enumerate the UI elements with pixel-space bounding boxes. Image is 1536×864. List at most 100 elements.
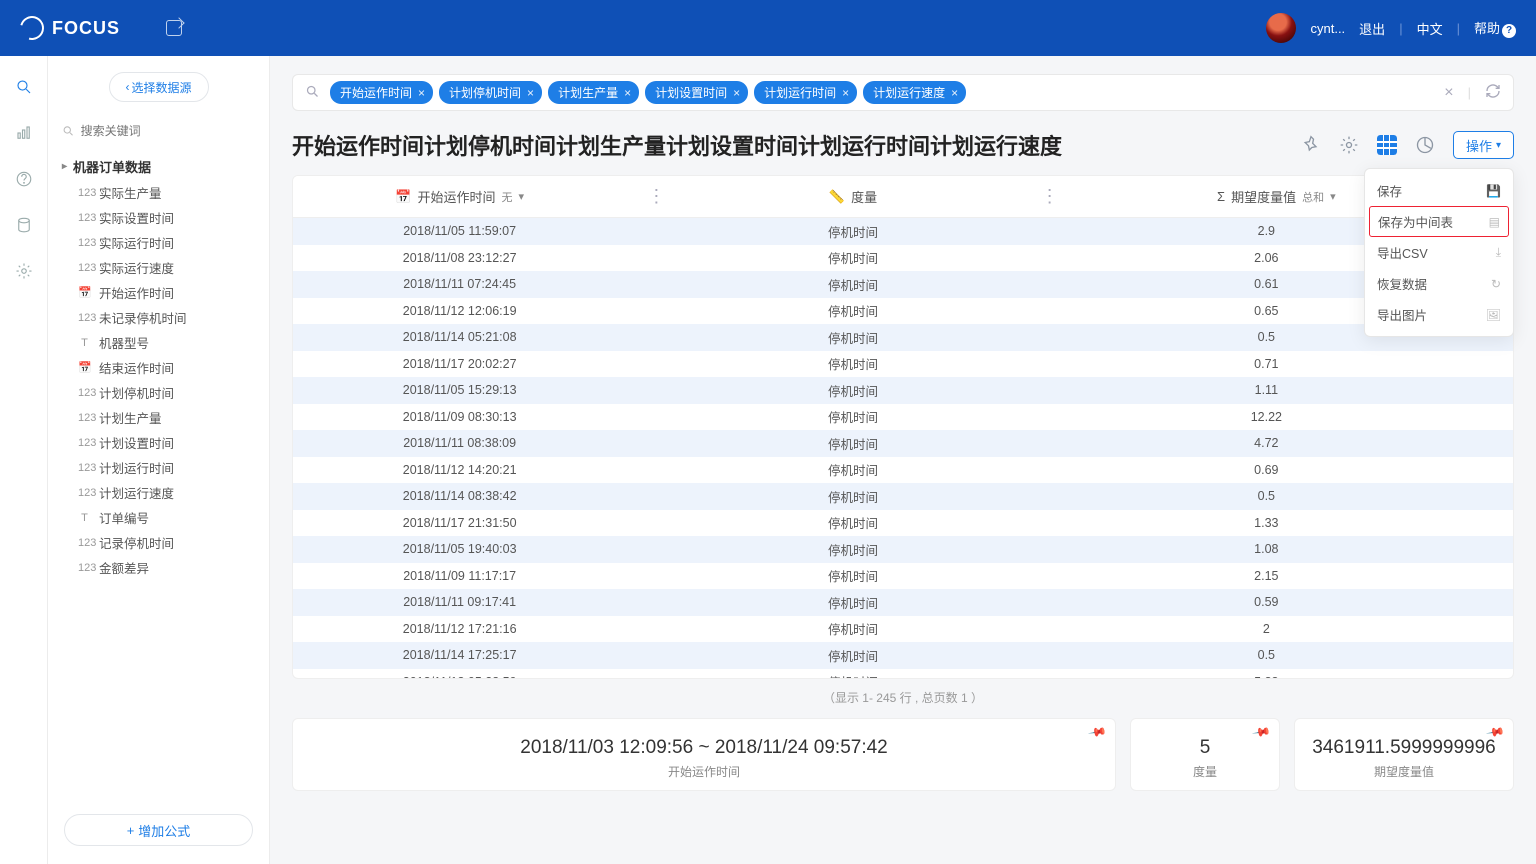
gear-icon[interactable]: [1339, 135, 1359, 155]
cell-measure: 停机时间: [686, 646, 1019, 665]
chip-remove-icon[interactable]: ×: [527, 86, 534, 100]
help-link[interactable]: 帮助?: [1474, 18, 1516, 38]
table-view-icon[interactable]: [1377, 135, 1397, 155]
query-chip[interactable]: 计划生产量×: [548, 81, 639, 104]
add-formula-button[interactable]: + 增加公式: [64, 814, 253, 846]
query-chip[interactable]: 计划停机时间×: [439, 81, 542, 104]
menu-item-restore[interactable]: 恢复数据↻: [1365, 268, 1513, 299]
table-row[interactable]: 2018/11/11 07:24:45停机时间0.61: [293, 271, 1513, 298]
cell-time: 2018/11/05 11:59:07: [293, 224, 626, 238]
menu-item-export-img[interactable]: 导出图片🖼: [1365, 299, 1513, 330]
rail-search-icon[interactable]: [15, 78, 33, 96]
table-row[interactable]: 2018/11/05 11:59:07停机时间2.9: [293, 218, 1513, 245]
chip-remove-icon[interactable]: ×: [624, 86, 631, 100]
clear-icon[interactable]: ×: [1444, 84, 1453, 102]
tree-item[interactable]: 123金额差异: [48, 555, 269, 580]
tree-item[interactable]: 123记录停机时间: [48, 530, 269, 555]
cell-measure: 停机时间: [686, 328, 1019, 347]
refresh-icon[interactable]: [1485, 83, 1501, 102]
action-menu: 保存💾 保存为中间表▤ 导出CSV⤓ 恢复数据↻ 导出图片🖼: [1364, 168, 1514, 337]
tree-item[interactable]: 123实际运行速度: [48, 255, 269, 280]
table-row[interactable]: 2018/11/17 21:31:50停机时间1.33: [293, 510, 1513, 537]
query-chip[interactable]: 计划运行时间×: [754, 81, 857, 104]
rail-help-icon[interactable]: [15, 170, 33, 188]
chip-remove-icon[interactable]: ×: [418, 86, 425, 100]
tree-item[interactable]: 123计划运行速度: [48, 480, 269, 505]
tree-item[interactable]: 📅结束运作时间: [48, 355, 269, 380]
query-chip[interactable]: 计划设置时间×: [645, 81, 748, 104]
table-row[interactable]: 2018/11/12 12:06:19停机时间0.65: [293, 298, 1513, 325]
menu-item-save[interactable]: 保存💾: [1365, 175, 1513, 206]
table-row[interactable]: 2018/11/11 09:17:41停机时间0.59: [293, 589, 1513, 616]
brand-text: FOCUS: [52, 18, 120, 39]
table-row[interactable]: 2018/11/12 17:21:16停机时间2: [293, 616, 1513, 643]
tree-item[interactable]: 123计划停机时间: [48, 380, 269, 405]
chip-remove-icon[interactable]: ×: [842, 86, 849, 100]
cell-value: 0.71: [1080, 357, 1513, 371]
table-row[interactable]: 2018/11/14 05:21:08停机时间0.5: [293, 324, 1513, 351]
table-row[interactable]: 2018/11/05 19:40:03停机时间1.08: [293, 536, 1513, 563]
chip-label: 计划运行速度: [873, 84, 945, 101]
chart-view-icon[interactable]: [1415, 135, 1435, 155]
cell-measure: 停机时间: [686, 460, 1019, 479]
table-footer: （显示 1- 245 行 , 总页数 1 ）: [292, 689, 1514, 706]
avatar[interactable]: [1266, 13, 1296, 43]
tree-group[interactable]: 机器订单数据: [48, 153, 269, 180]
tree-item[interactable]: 📅开始运作时间: [48, 280, 269, 305]
col-header-measure[interactable]: 📏度量: [686, 187, 1019, 206]
chip-label: 开始运作时间: [340, 84, 412, 101]
menu-item-export-csv[interactable]: 导出CSV⤓: [1365, 237, 1513, 268]
table-row[interactable]: 2018/11/11 08:38:09停机时间4.72: [293, 430, 1513, 457]
table-row[interactable]: 2018/11/05 15:29:13停机时间1.11: [293, 377, 1513, 404]
cell-value: 0.69: [1080, 463, 1513, 477]
menu-item-save-intermediate[interactable]: 保存为中间表▤: [1369, 206, 1509, 237]
query-chip[interactable]: 开始运作时间 ×: [330, 81, 433, 104]
table-row[interactable]: 2018/11/08 23:12:27停机时间2.06: [293, 245, 1513, 272]
col-menu-icon[interactable]: ⋮: [626, 186, 686, 207]
table-row[interactable]: 2018/11/14 08:38:42停机时间0.5: [293, 483, 1513, 510]
top-right: cynt... 退出 | 中文 | 帮助?: [1266, 13, 1516, 43]
chip-remove-icon[interactable]: ×: [733, 86, 740, 100]
tree-item[interactable]: 123实际运行时间: [48, 230, 269, 255]
table-row[interactable]: 2018/11/09 08:30:13停机时间12.22: [293, 404, 1513, 431]
tree-item[interactable]: T机器型号: [48, 330, 269, 355]
card-label: 期望度量值: [1295, 763, 1513, 780]
summary-cards: 📌 2018/11/03 12:09:56 ~ 2018/11/24 09:57…: [292, 718, 1514, 791]
select-datasource-button[interactable]: 选择数据源: [109, 72, 209, 102]
table-row[interactable]: 2018/11/14 17:25:17停机时间0.5: [293, 642, 1513, 669]
cell-value: 0.5: [1080, 648, 1513, 662]
query-search-icon[interactable]: [305, 84, 320, 102]
tree-item[interactable]: 123计划生产量: [48, 405, 269, 430]
col-header-time[interactable]: 📅开始运作时间 无▾: [293, 187, 626, 206]
tree-item[interactable]: 123实际生产量: [48, 180, 269, 205]
sidebar-search-input[interactable]: [81, 124, 255, 138]
tree-item-label: 机器型号: [99, 333, 149, 352]
chip-remove-icon[interactable]: ×: [951, 86, 958, 100]
tree-item[interactable]: 123未记录停机时间: [48, 305, 269, 330]
pin-icon[interactable]: [1301, 135, 1321, 155]
field-type-icon: 123: [78, 462, 91, 474]
lang-link[interactable]: 中文: [1417, 19, 1443, 38]
action-button[interactable]: 操作▾: [1453, 131, 1514, 159]
col-menu-icon[interactable]: ⋮: [1020, 186, 1080, 207]
table-row[interactable]: 2018/11/18 05:28:59停机时间5.88: [293, 669, 1513, 679]
table-row[interactable]: 2018/11/17 20:02:27停机时间0.71: [293, 351, 1513, 378]
cell-measure: 停机时间: [686, 672, 1019, 678]
tree-item[interactable]: 123计划设置时间: [48, 430, 269, 455]
sidebar-search[interactable]: [62, 124, 255, 139]
tree-item[interactable]: 123实际设置时间: [48, 205, 269, 230]
username[interactable]: cynt...: [1310, 21, 1345, 36]
cell-measure: 停机时间: [686, 487, 1019, 506]
edit-icon[interactable]: [166, 20, 182, 36]
query-chip[interactable]: 计划运行速度 ×: [863, 81, 966, 104]
table-row[interactable]: 2018/11/12 14:20:21停机时间0.69: [293, 457, 1513, 484]
logout-link[interactable]: 退出: [1359, 19, 1385, 38]
rail-data-icon[interactable]: [15, 216, 33, 234]
tree-item-label: 实际设置时间: [99, 208, 174, 227]
rail-settings-icon[interactable]: [15, 262, 33, 280]
tree-item[interactable]: T订单编号: [48, 505, 269, 530]
tree-item[interactable]: 123计划运行时间: [48, 455, 269, 480]
table-row[interactable]: 2018/11/09 11:17:17停机时间2.15: [293, 563, 1513, 590]
rail-chart-icon[interactable]: [15, 124, 33, 142]
cell-time: 2018/11/12 12:06:19: [293, 304, 626, 318]
